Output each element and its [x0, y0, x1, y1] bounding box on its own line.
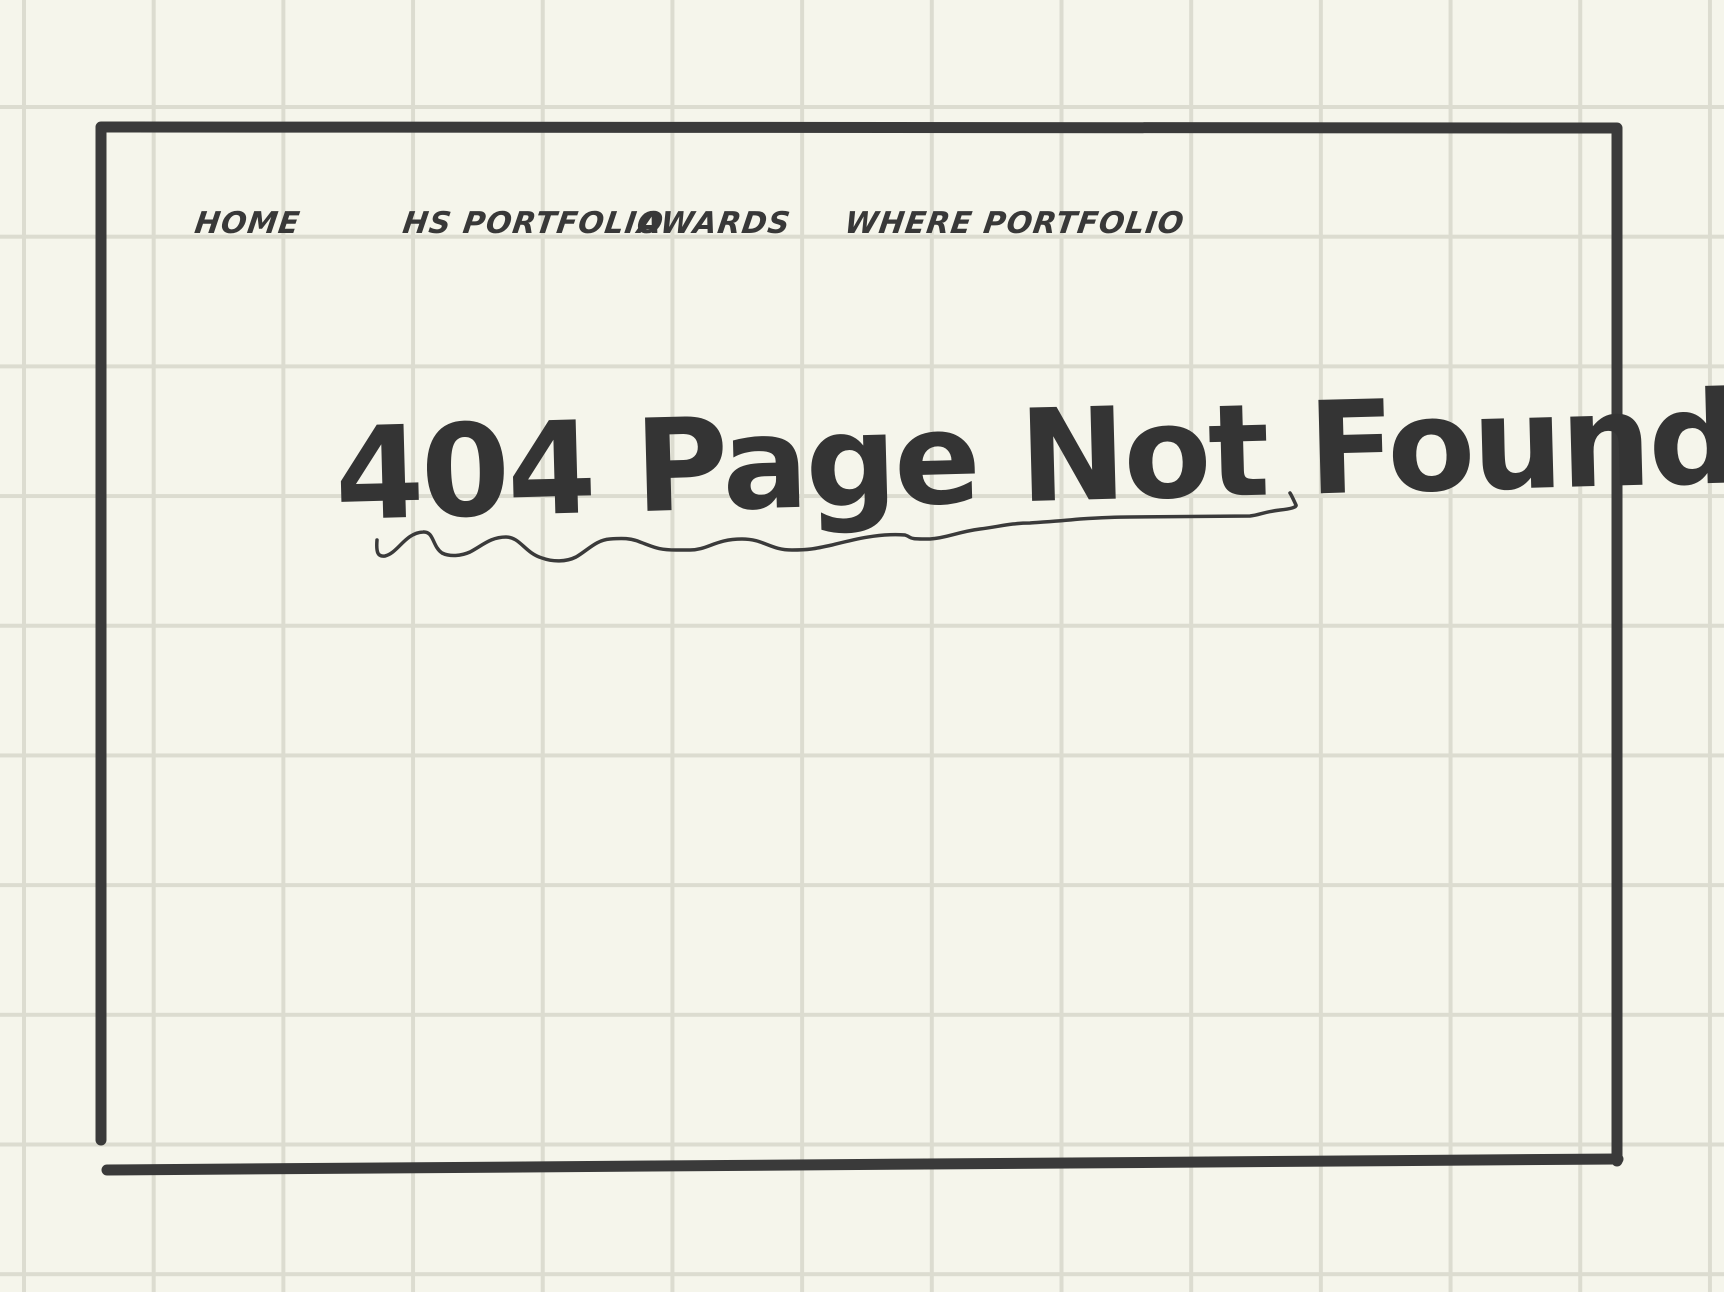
top-nav: HOME HS PORTFOLIO AWARDS WHERE PORTFOLIO	[193, 206, 1187, 256]
nav-item-where-portfolio[interactable]: WHERE PORTFOLIO	[843, 206, 1187, 241]
error-heading: 404 Page Not Found	[333, 364, 1724, 550]
nav-item-hs-portfolio[interactable]: HS PORTFOLIO	[401, 206, 667, 241]
wireframe-sketch	[95, 121, 1624, 1176]
page-frame-bottom	[101, 1153, 1624, 1176]
nav-item-awards[interactable]: AWARDS	[636, 206, 793, 241]
page-frame	[95, 121, 1623, 1167]
nav-item-home[interactable]: HOME	[193, 206, 303, 241]
